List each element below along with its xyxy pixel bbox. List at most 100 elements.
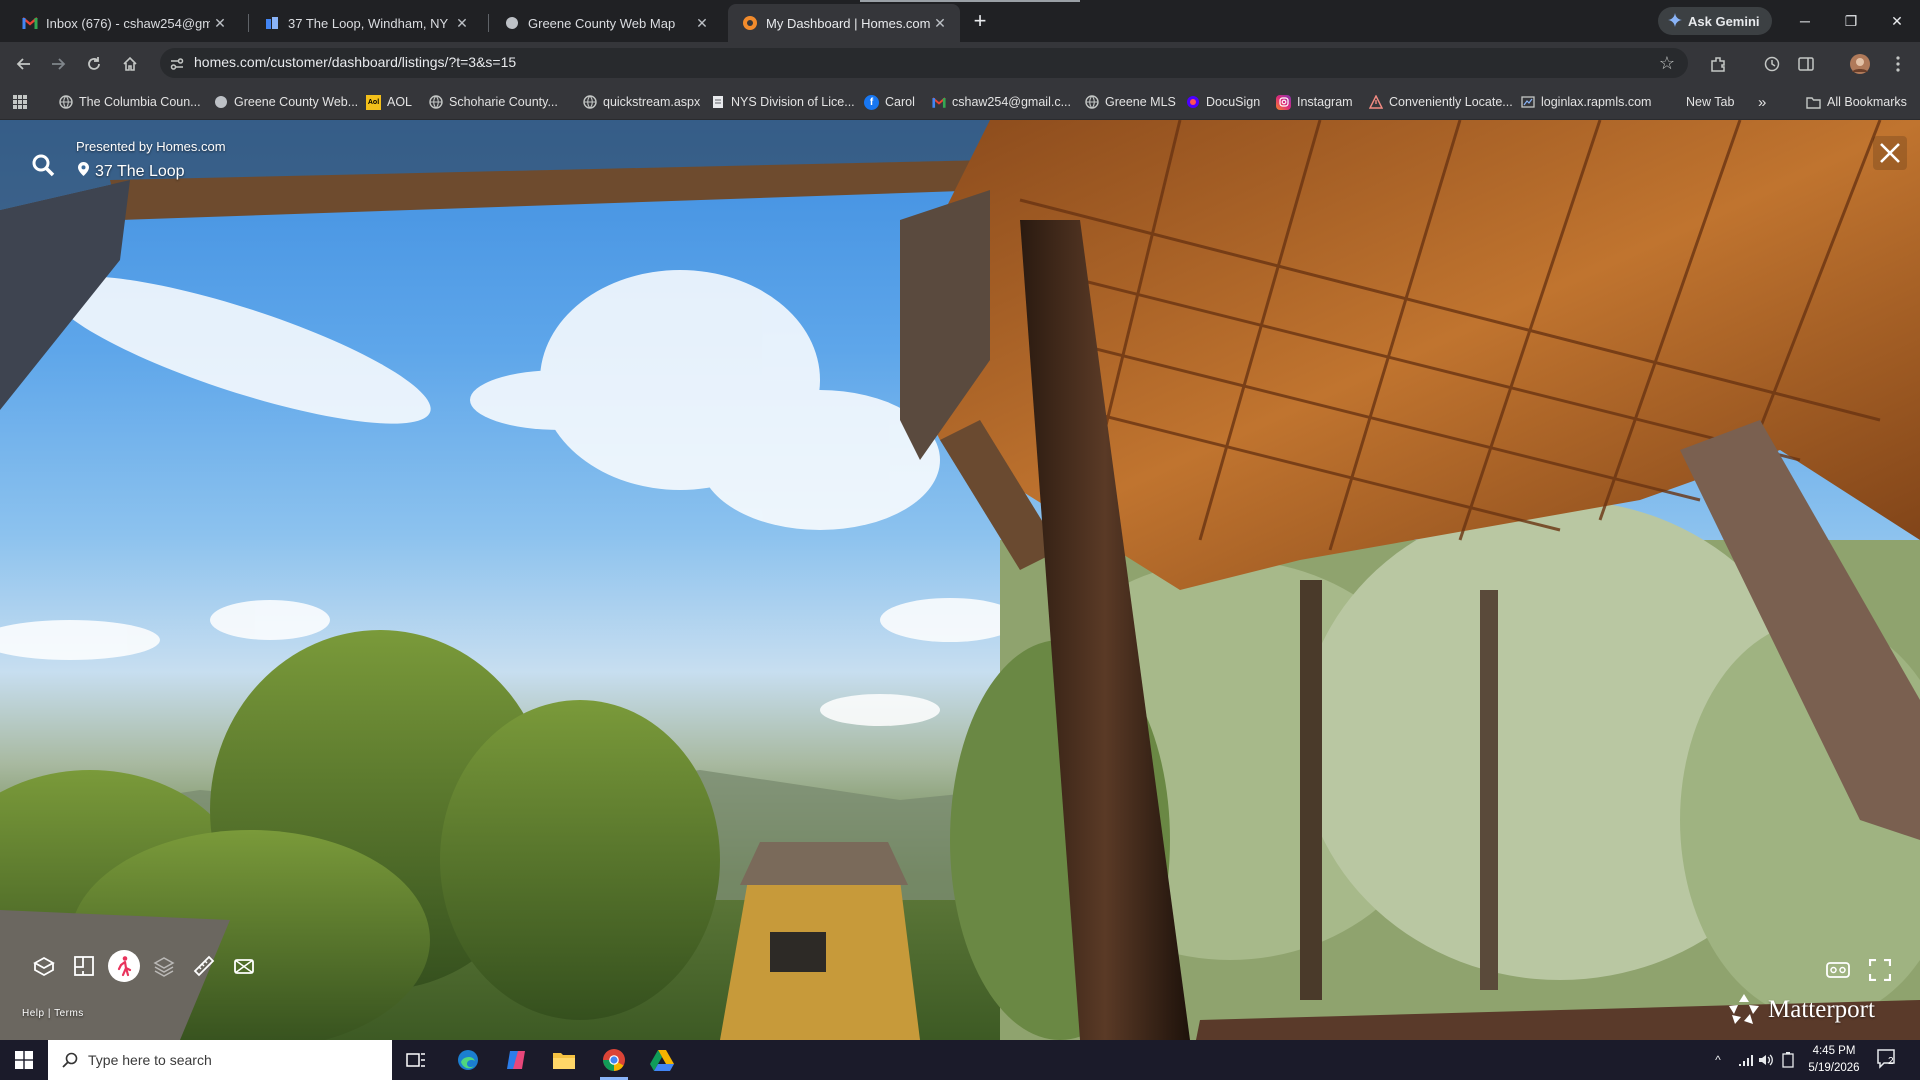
tab-title: Greene County Web Map	[528, 15, 676, 31]
back-button[interactable]	[10, 50, 38, 78]
clouds	[0, 270, 1020, 726]
tab-divider	[488, 14, 489, 32]
site-info-icon[interactable]	[168, 55, 186, 73]
close-tab-icon[interactable]: ✕	[452, 13, 472, 33]
browser-menu-icon[interactable]	[1886, 52, 1910, 76]
bookmark-carol[interactable]: f Carol	[864, 91, 915, 113]
bookmark-star-icon[interactable]: ☆	[1656, 52, 1678, 74]
taskbar-search-box[interactable]: Type here to search	[48, 1040, 392, 1080]
bookmark-label: Carol	[885, 95, 915, 109]
facebook-icon: f	[864, 94, 879, 110]
floors-button[interactable]	[148, 950, 180, 982]
start-button[interactable]	[0, 1040, 48, 1080]
terms-link[interactable]: Terms	[54, 1008, 84, 1019]
bookmark-label: AOL	[387, 95, 413, 109]
profile-avatar[interactable]	[1848, 52, 1872, 76]
bookmark-greene-mls[interactable]: Greene MLS	[1084, 91, 1176, 113]
tab-gmail-inbox[interactable]: Inbox (676) - cshaw254@gmail. ✕	[8, 4, 240, 42]
bookmark-conveniently-located[interactable]: Conveniently Locate...	[1368, 91, 1513, 113]
close-tab-icon[interactable]: ✕	[930, 13, 950, 33]
bookmark-greene-county-web[interactable]: Greene County Web...	[213, 91, 358, 113]
bookmark-columbia-county[interactable]: The Columbia Coun...	[58, 91, 201, 113]
bookmark-nys-division[interactable]: NYS Division of Lice...	[710, 91, 855, 113]
dollhouse-view-button[interactable]	[28, 950, 60, 982]
bookmark-label: Greene MLS	[1105, 95, 1176, 109]
taskbar-edge[interactable]	[444, 1040, 492, 1080]
volume-icon[interactable]	[1756, 1050, 1776, 1070]
bookmark-label: The Columbia Coun...	[79, 95, 201, 109]
restore-button[interactable]: ❐	[1828, 8, 1874, 34]
listing-icon	[264, 15, 280, 31]
matterport-viewer[interactable]: Presented by Homes.com 37 The Loop Help …	[0, 120, 1920, 1040]
reload-icon	[88, 57, 100, 70]
taskbar-copilot[interactable]	[492, 1040, 540, 1080]
google-drive-icon	[650, 1050, 674, 1071]
gmail-icon	[931, 95, 946, 110]
more-bookmarks-chevron-icon[interactable]: »	[1758, 91, 1766, 113]
forward-button[interactable]	[44, 50, 72, 78]
bookmark-instagram[interactable]: Instagram	[1276, 91, 1353, 113]
apps-grid-icon[interactable]	[12, 91, 28, 113]
battery-icon[interactable]	[1778, 1050, 1798, 1070]
extensions-icon[interactable]	[1706, 52, 1730, 76]
instagram-icon	[1276, 94, 1291, 110]
walkthrough-view-button[interactable]	[108, 950, 140, 982]
floorplan-icon	[74, 956, 94, 976]
all-bookmarks-label: All Bookmarks	[1827, 95, 1907, 109]
close-window-button[interactable]: ✕	[1874, 8, 1920, 34]
layers-icon	[153, 957, 175, 977]
vr-headset-icon	[1826, 962, 1850, 978]
hide-tags-icon	[234, 959, 254, 974]
bookmark-new-tab[interactable]: New Tab	[1686, 91, 1734, 113]
taskbar-file-explorer[interactable]	[540, 1040, 588, 1080]
page-icon	[1520, 95, 1535, 110]
fullscreen-button[interactable]	[1866, 958, 1894, 982]
ask-gemini-button[interactable]: Ask Gemini	[1658, 7, 1772, 35]
tab-title: Inbox (676) - cshaw254@gmail.	[46, 15, 210, 31]
tab-greene-web-map[interactable]: Greene County Web Map ✕	[490, 4, 722, 42]
search-icon[interactable]	[28, 150, 58, 180]
help-link[interactable]: Help	[22, 1008, 45, 1019]
new-tab-button[interactable]: +	[966, 8, 994, 36]
bookmark-quickstream[interactable]: quickstream.aspx	[582, 91, 700, 113]
globe-icon	[428, 95, 443, 110]
home-icon	[123, 56, 137, 71]
bookmark-schoharie-county[interactable]: Schoharie County...	[428, 91, 558, 113]
bookmark-loginlax[interactable]: loginlax.rapmls.com	[1520, 91, 1651, 113]
tags-toggle-button[interactable]	[228, 950, 260, 982]
measure-button[interactable]	[188, 950, 220, 982]
bookmark-label: cshaw254@gmail.c...	[952, 95, 1071, 109]
matterport-mark-icon	[1729, 994, 1759, 1024]
tab-homes-dashboard[interactable]: My Dashboard | Homes.com ✕	[728, 4, 960, 42]
side-panel-icon[interactable]	[1794, 52, 1818, 76]
network-icon[interactable]	[1736, 1050, 1756, 1070]
clock-date: 5/19/2026	[1808, 1062, 1860, 1074]
taskbar-chrome[interactable]	[590, 1040, 638, 1080]
notification-center-button[interactable]: 2	[1876, 1048, 1902, 1072]
bookmark-gmail[interactable]: cshaw254@gmail.c...	[931, 91, 1071, 113]
vr-mode-button[interactable]	[1824, 958, 1852, 982]
fullscreen-icon	[1869, 959, 1891, 981]
url-text[interactable]: homes.com/customer/dashboard/listings/?t…	[194, 54, 516, 70]
taskbar-google-drive[interactable]	[638, 1040, 686, 1080]
close-viewer-button[interactable]	[1873, 136, 1907, 170]
history-icon[interactable]	[1760, 52, 1784, 76]
bookmark-label: Instagram	[1297, 95, 1353, 109]
bookmark-label: Schoharie County...	[449, 95, 558, 109]
task-view-button[interactable]	[392, 1040, 440, 1080]
bookmark-aol[interactable]: Aol AOL	[366, 91, 412, 113]
floorplan-view-button[interactable]	[68, 950, 100, 982]
tab-listing[interactable]: 37 The Loop, Windham, NY 124 ✕	[250, 4, 482, 42]
bookmark-label: DocuSign	[1206, 95, 1261, 109]
reload-button[interactable]	[80, 50, 108, 78]
show-hidden-icons-icon[interactable]: ^	[1708, 1050, 1728, 1070]
matterport-logo[interactable]: Matterport	[1726, 992, 1875, 1028]
home-button[interactable]	[116, 50, 144, 78]
bookmark-docusign[interactable]: DocuSign	[1185, 91, 1260, 113]
system-clock[interactable]: 4:45 PM 5/19/2026	[1806, 1043, 1862, 1077]
close-tab-icon[interactable]: ✕	[210, 13, 230, 33]
all-bookmarks-button[interactable]: All Bookmarks	[1806, 91, 1907, 113]
back-arrow-icon	[16, 58, 30, 70]
minimize-button[interactable]: ─	[1782, 8, 1828, 34]
close-tab-icon[interactable]: ✕	[692, 13, 712, 33]
